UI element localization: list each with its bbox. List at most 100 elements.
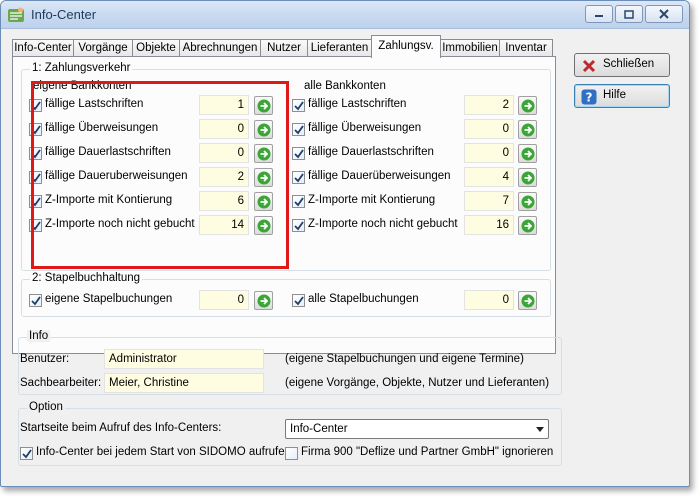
arrow-right-icon — [257, 171, 271, 185]
tab-label: Lieferanten — [310, 42, 369, 54]
check-icon — [294, 149, 304, 159]
row-label: Z-Importe noch nicht gebucht — [308, 218, 458, 230]
tab-objekte[interactable]: Objekte — [132, 39, 180, 57]
check-icon — [294, 101, 304, 111]
go-arrow-button[interactable] — [254, 192, 273, 211]
help-icon: ? — [581, 89, 597, 105]
count-field: 0 — [199, 290, 249, 310]
check-icon — [294, 173, 304, 183]
checkbox[interactable] — [292, 147, 305, 160]
go-arrow-button[interactable] — [254, 96, 273, 115]
close-icon — [659, 9, 669, 19]
stapelbuchhaltung-group: 2: Stapelbuchhaltung eigene Stapelbuchun… — [21, 272, 551, 317]
tab-nutzer[interactable]: Nutzer — [260, 39, 308, 57]
arrow-right-icon — [257, 147, 271, 161]
minimize-button[interactable] — [585, 5, 613, 23]
firma-ignore-checkbox[interactable] — [285, 447, 298, 460]
go-arrow-button[interactable] — [254, 291, 273, 310]
row-label: fällige Überweisungen — [308, 122, 422, 134]
row-label: fällige Lastschriften — [45, 98, 144, 110]
arrow-right-icon — [521, 294, 535, 308]
tab-label: Zahlungsv. — [378, 40, 434, 52]
check-icon — [294, 221, 304, 231]
checkbox[interactable] — [29, 123, 42, 136]
firma-ignore-row: Firma 900 "Deflize und Partner GmbH" ign… — [285, 443, 555, 463]
checkbox[interactable] — [292, 99, 305, 112]
count-field: 6 — [199, 191, 249, 211]
checkbox[interactable] — [292, 219, 305, 232]
autostart-row: Info-Center bei jedem Start von SIDOMO a… — [20, 443, 291, 463]
checkbox[interactable] — [292, 294, 305, 307]
help-button-label: Hilfe — [603, 89, 627, 101]
row-label: fällige Daueruberweisungen — [45, 170, 188, 182]
go-arrow-button[interactable] — [518, 120, 537, 139]
eigene-row-dauerueberweisungen: fällige Daueruberweisungen 2 — [29, 167, 279, 187]
window-title: Info-Center — [31, 7, 97, 22]
help-button[interactable]: ? Hilfe — [574, 84, 670, 108]
alle-row-dauerueberweisungen: fällige Dauerüberweisungen 4 — [292, 167, 542, 187]
alle-row-ueberweisungen: fällige Überweisungen 0 — [292, 119, 542, 139]
benutzer-field: Administrator — [104, 349, 264, 369]
checkbox[interactable] — [292, 123, 305, 136]
title-bar[interactable]: Info-Center — [1, 1, 689, 29]
group-label-zahlungsverkehr: 1: Zahlungsverkehr — [30, 62, 133, 74]
count-field: 0 — [464, 290, 514, 310]
sachbearbeiter-hint: (eigene Vorgänge, Objekte, Nutzer und Li… — [285, 377, 550, 389]
arrow-right-icon — [257, 99, 271, 113]
go-arrow-button[interactable] — [254, 216, 273, 235]
tab-label: Info-Center — [14, 42, 72, 54]
row-label: Z-Importe mit Kontierung — [45, 194, 173, 206]
maximize-button[interactable] — [615, 5, 643, 23]
checkbox[interactable] — [29, 99, 42, 112]
go-arrow-button[interactable] — [518, 216, 537, 235]
checkbox[interactable] — [29, 171, 42, 184]
alle-bankkonten-header: alle Bankkonten — [304, 80, 386, 92]
close-window-button[interactable] — [645, 5, 683, 23]
checkbox[interactable] — [292, 195, 305, 208]
count-field: 1 — [199, 95, 249, 115]
checkbox[interactable] — [29, 195, 42, 208]
zahlungsverkehr-group: 1: Zahlungsverkehr eigene Bankkonten all… — [21, 62, 551, 271]
tab-vorgaenge[interactable]: Vorgänge — [73, 39, 133, 57]
row-label: fällige Lastschriften — [308, 98, 407, 110]
tab-immobilien[interactable]: Immobilien — [440, 39, 500, 57]
window-content: Info-Center Vorgänge Objekte Abrechnunge… — [7, 31, 683, 482]
count-field: 0 — [464, 119, 514, 139]
checkbox[interactable] — [29, 294, 42, 307]
tab-abrechnungen[interactable]: Abrechnungen — [179, 39, 261, 57]
row-label: fällige Überweisungen — [45, 122, 159, 134]
close-x-icon — [582, 59, 596, 73]
autostart-checkbox[interactable] — [20, 447, 33, 460]
checkbox[interactable] — [292, 171, 305, 184]
minimize-icon — [595, 15, 603, 17]
count-field: 2 — [464, 95, 514, 115]
checkbox[interactable] — [29, 147, 42, 160]
check-icon — [31, 197, 41, 207]
check-icon — [294, 125, 304, 135]
go-arrow-button[interactable] — [518, 144, 537, 163]
arrow-right-icon — [521, 123, 535, 137]
go-arrow-button[interactable] — [254, 168, 273, 187]
go-arrow-button[interactable] — [518, 291, 537, 310]
go-arrow-button[interactable] — [518, 168, 537, 187]
count-field: 2 — [199, 167, 249, 187]
tab-inventar[interactable]: Inventar — [499, 39, 553, 57]
go-arrow-button[interactable] — [518, 96, 537, 115]
row-label: Z-Importe mit Kontierung — [308, 194, 436, 206]
group-label-option: Option — [27, 401, 65, 413]
checkbox[interactable] — [29, 219, 42, 232]
count-field: 0 — [199, 143, 249, 163]
arrow-right-icon — [521, 219, 535, 233]
count-field: 7 — [464, 191, 514, 211]
go-arrow-button[interactable] — [254, 120, 273, 139]
tab-zahlungsverkehr[interactable]: Zahlungsv. — [371, 35, 441, 58]
startseite-select[interactable]: Info-Center — [285, 419, 549, 439]
go-arrow-button[interactable] — [254, 144, 273, 163]
close-button[interactable]: Schließen — [574, 53, 670, 77]
tab-info-center[interactable]: Info-Center — [12, 39, 74, 57]
go-arrow-button[interactable] — [518, 192, 537, 211]
arrow-right-icon — [257, 123, 271, 137]
tab-lieferanten[interactable]: Lieferanten — [307, 39, 372, 57]
tab-label: Immobilien — [442, 42, 498, 54]
check-icon — [31, 173, 41, 183]
